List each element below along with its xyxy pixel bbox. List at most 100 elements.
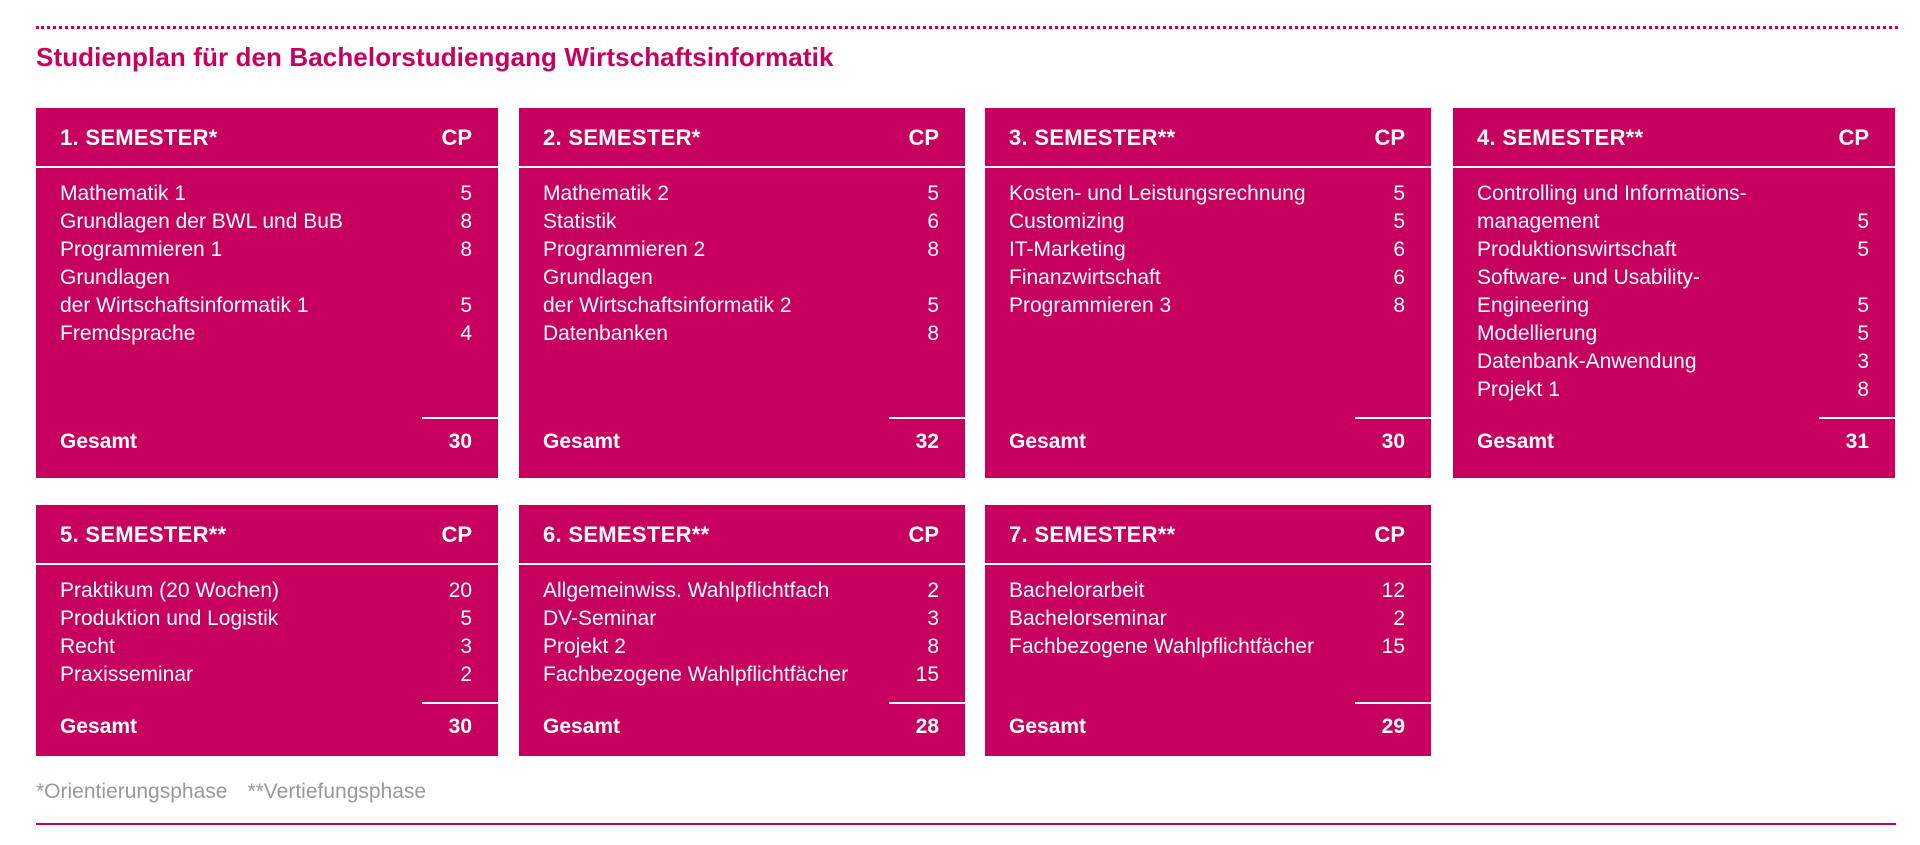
course-item: Projekt 1 8: [1477, 376, 1869, 404]
semester-header: 1. SEMESTER* CP: [36, 108, 498, 168]
course-name: Statistik: [543, 210, 617, 233]
course-item: Grundlagen der Wirtschaftsinformatik 1 5: [60, 264, 472, 320]
course-name: Projekt 1: [1477, 378, 1560, 401]
semester-card: 6. SEMESTER** CP Allgemeinwiss. Wahlpflich…: [519, 505, 965, 756]
course-cp: 8: [1393, 294, 1405, 317]
course-name: Praxisseminar: [60, 663, 194, 686]
course-name: Fachbezogene Wahlpflichtfächer: [1009, 635, 1315, 658]
total-label: Gesamt: [60, 715, 138, 738]
course-name: Datenbank-Anwendung: [1477, 350, 1697, 373]
course-item: Bachelorseminar 2: [1009, 605, 1405, 633]
total-divider: [422, 702, 498, 704]
course-cp: 20: [448, 579, 472, 602]
course-name: Programmieren 2: [543, 238, 706, 261]
course-cp: 5: [927, 294, 939, 317]
page-title: Studienplan für den Bachelorstudiengang …: [36, 42, 834, 72]
total-value: 30: [448, 715, 472, 738]
course-item: Datenbanken 8: [543, 320, 939, 348]
course-cp: 8: [1857, 378, 1869, 401]
course-list: Mathematik 1 5 Grundlagen der BWL und BuB 8…: [60, 180, 472, 348]
cp-column-header: CP: [1374, 125, 1405, 150]
course-cp: 6: [927, 210, 939, 233]
cp-column-header: CP: [908, 125, 939, 150]
course-item: Grundlagen der BWL und BuB 8: [60, 208, 472, 236]
course-item: Recht 3: [60, 633, 472, 661]
footnote-orientation: *Orientierungsphase: [36, 780, 228, 803]
course-name: Bachelorarbeit: [1009, 579, 1145, 602]
course-cp: 8: [927, 635, 939, 658]
semester-title: 6. SEMESTER**: [543, 522, 710, 547]
course-item: Mathematik 1 5: [60, 180, 472, 208]
total-value: 28: [915, 715, 939, 738]
course-item: Datenbank-Anwendung 3: [1477, 348, 1869, 376]
course-cp: 5: [1857, 238, 1869, 261]
course-list: Bachelorarbeit 12 Bachelorseminar 2 Fachbezo…: [1009, 577, 1405, 661]
course-item: Programmieren 2 8: [543, 236, 939, 264]
semester-title: 5. SEMESTER**: [60, 522, 227, 547]
course-name: Kosten- und Leistungsrechnung: [1009, 182, 1306, 205]
course-item: Programmieren 3 8: [1009, 292, 1405, 320]
course-cp: 3: [927, 607, 939, 630]
semester-title: 1. SEMESTER*: [60, 125, 218, 150]
course-item: Fachbezogene Wahlpflichtfächer 15: [1009, 633, 1405, 661]
semester-title: 7. SEMESTER**: [1009, 522, 1176, 547]
course-name: Customizing: [1009, 210, 1125, 233]
semester-header: 3. SEMESTER** CP: [985, 108, 1431, 168]
semester-header: 7. SEMESTER** CP: [985, 505, 1431, 565]
course-cp: 3: [1857, 350, 1869, 373]
course-item: Kosten- und Leistungsrechnung 5: [1009, 180, 1405, 208]
course-name: Produktionswirtschaft: [1477, 238, 1677, 261]
cp-column-header: CP: [1838, 125, 1869, 150]
course-item: Statistik 6: [543, 208, 939, 236]
course-item: Bachelorarbeit 12: [1009, 577, 1405, 605]
course-cp: 6: [1393, 266, 1405, 289]
course-item: Fremdsprache 4: [60, 320, 472, 348]
semester-card: 4. SEMESTER** CP Controlling und Informati…: [1453, 108, 1895, 478]
course-cp: 5: [1857, 210, 1869, 233]
top-dotted-rule: [36, 26, 1898, 29]
course-list: Controlling und Informations-management 5…: [1477, 180, 1869, 404]
total-divider: [1355, 417, 1431, 419]
course-cp: 5: [460, 294, 472, 317]
course-name: Software- und Usability- Engineering: [1477, 266, 1700, 317]
course-cp: 4: [460, 322, 472, 345]
course-name: Mathematik 2: [543, 182, 670, 205]
semester-card: 2. SEMESTER* CP Mathematik 2 5 Statistik 6 Pro…: [519, 108, 965, 478]
course-name: DV-Seminar: [543, 607, 657, 630]
footnotes: *Orientierungsphase **Vertiefungsphase: [36, 780, 426, 804]
total-value: 30: [448, 430, 472, 453]
course-cp: 2: [927, 579, 939, 602]
semester-card: 5. SEMESTER** CP Praktikum (20 Wochen) 20 Pr…: [36, 505, 498, 756]
course-list: Allgemeinwiss. Wahlpflichtfach 2 DV-Semina…: [543, 577, 939, 689]
course-name: Grundlagen der BWL und BuB: [60, 210, 343, 233]
course-item: Produktion und Logistik 5: [60, 605, 472, 633]
total-label: Gesamt: [543, 715, 621, 738]
course-cp: 5: [460, 607, 472, 630]
course-item: DV-Seminar 3: [543, 605, 939, 633]
course-name: Programmieren 3: [1009, 294, 1172, 317]
course-item: IT-Marketing 6: [1009, 236, 1405, 264]
total-value: 31: [1845, 430, 1869, 453]
course-cp: 8: [927, 322, 939, 345]
course-name: Programmieren 1: [60, 238, 223, 261]
course-item: Grundlagen der Wirtschaftsinformatik 2 5: [543, 264, 939, 320]
total-value: 32: [915, 430, 939, 453]
course-cp: 5: [1857, 322, 1869, 345]
cp-column-header: CP: [441, 125, 472, 150]
course-name: Grundlagen der Wirtschaftsinformatik 2: [543, 266, 792, 317]
course-cp: 5: [1857, 294, 1869, 317]
course-cp: 2: [1393, 607, 1405, 630]
course-name: Praktikum (20 Wochen): [60, 579, 280, 602]
total-value: 30: [1381, 430, 1405, 453]
course-name: Finanzwirtschaft: [1009, 266, 1161, 289]
course-name: Allgemeinwiss. Wahlpflichtfach: [543, 579, 830, 602]
total-label: Gesamt: [1477, 430, 1555, 453]
total-divider: [889, 702, 965, 704]
total-divider: [889, 417, 965, 419]
total-divider: [422, 417, 498, 419]
cp-column-header: CP: [441, 522, 472, 547]
course-item: Customizing 5: [1009, 208, 1405, 236]
course-cp: 5: [1393, 182, 1405, 205]
total-divider: [1355, 702, 1431, 704]
course-cp: 5: [460, 182, 472, 205]
